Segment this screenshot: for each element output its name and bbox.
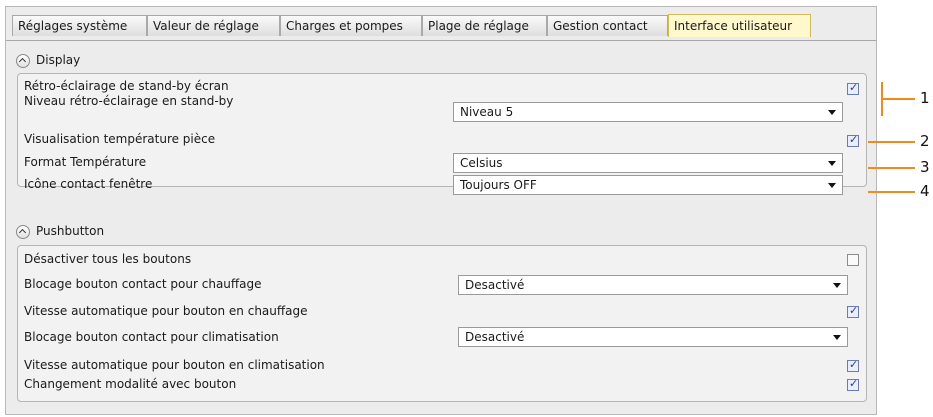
- collapse-chevron-icon[interactable]: [16, 224, 30, 239]
- display-panel: Rétro-éclairage de stand-by écran Niveau…: [17, 73, 867, 195]
- tab-valeur-de-reglage[interactable]: Valeur de réglage: [147, 15, 280, 36]
- heating-lock-select[interactable]: Desactivé: [458, 275, 848, 295]
- temp-format-label: Format Température: [24, 155, 147, 169]
- callout-line-4: [868, 191, 915, 193]
- list-item: Désactiver tous les boutons: [18, 250, 866, 272]
- pushbutton-section-title: Pushbutton: [36, 224, 105, 238]
- list-item: Format Température Celsius: [18, 153, 866, 175]
- list-item: Niveau rétro-éclairage en stand-by Nivea…: [18, 92, 866, 122]
- tab-bar: Réglages système Valeur de réglage Charg…: [6, 11, 876, 41]
- room-temp-checkbox[interactable]: [847, 133, 859, 147]
- temp-format-value: Celsius: [460, 156, 503, 170]
- chevron-down-icon: [833, 283, 841, 288]
- collapse-chevron-icon[interactable]: [16, 53, 30, 68]
- callout-number-1: 1: [920, 89, 930, 107]
- disable-buttons-checkbox[interactable]: [847, 254, 859, 266]
- settings-window: Réglages système Valeur de réglage Charg…: [5, 6, 877, 415]
- callout-line-2: [868, 141, 915, 143]
- list-item: Blocage bouton contact pour chauffage De…: [18, 274, 866, 296]
- display-section-header: Display: [16, 51, 80, 69]
- disable-buttons-label: Désactiver tous les boutons: [24, 252, 192, 266]
- chevron-down-icon: [828, 183, 836, 188]
- callout-number-2: 2: [920, 132, 930, 150]
- mode-change-checkbox[interactable]: [847, 377, 859, 391]
- tab-divider: [6, 40, 876, 41]
- tab-charges-et-pompes[interactable]: Charges et pompes: [280, 15, 422, 36]
- room-temp-label: Visualisation température pièce: [24, 132, 216, 146]
- cooling-lock-value: Desactivé: [465, 330, 525, 344]
- window-contact-value: Toujours OFF: [460, 178, 537, 192]
- window-contact-select[interactable]: Toujours OFF: [453, 175, 843, 195]
- heating-lock-value: Desactivé: [465, 278, 525, 292]
- backlight-level-value: Niveau 5: [460, 105, 514, 119]
- chevron-down-icon: [828, 110, 836, 115]
- cooling-auto-speed-checkbox[interactable]: [847, 358, 859, 372]
- tab-interface-utilisateur[interactable]: Interface utilisateur: [668, 14, 811, 37]
- cooling-auto-speed-label: Vitesse automatique pour bouton en clima…: [24, 358, 325, 372]
- list-item: Icône contact fenêtre Toujours OFF: [18, 175, 866, 197]
- mode-change-label: Changement modalité avec bouton: [24, 377, 237, 391]
- tab-gestion-contact[interactable]: Gestion contact: [547, 15, 668, 36]
- callout-line-3: [868, 167, 915, 169]
- display-section-title: Display: [36, 53, 81, 67]
- window-contact-label: Icône contact fenêtre: [24, 177, 153, 191]
- pushbutton-section-header: Pushbutton: [16, 222, 104, 240]
- heating-auto-speed-label: Vitesse automatique pour bouton en chauf…: [24, 304, 308, 318]
- callout-line-1: [881, 98, 915, 100]
- pushbutton-panel: Désactiver tous les boutons Blocage bout…: [17, 245, 867, 402]
- chevron-down-icon: [833, 335, 841, 340]
- backlight-level-label: Niveau rétro-éclairage en stand-by: [24, 94, 234, 108]
- list-item: Vitesse automatique pour bouton en chauf…: [18, 302, 866, 324]
- list-item: Blocage bouton contact pour climatisatio…: [18, 326, 866, 348]
- chevron-down-icon: [828, 161, 836, 166]
- backlight-standby-label: Rétro-éclairage de stand-by écran: [24, 79, 229, 93]
- callout-number-3: 3: [920, 158, 930, 176]
- list-item: Changement modalité avec bouton: [18, 377, 866, 399]
- tab-plage-de-reglage[interactable]: Plage de réglage: [422, 15, 547, 36]
- temp-format-select[interactable]: Celsius: [453, 153, 843, 173]
- cooling-lock-select[interactable]: Desactivé: [458, 327, 848, 347]
- tab-reglages-systeme[interactable]: Réglages système: [12, 15, 147, 36]
- heating-lock-label: Blocage bouton contact pour chauffage: [24, 277, 262, 291]
- callout-number-4: 4: [920, 182, 930, 200]
- heating-auto-speed-checkbox[interactable]: [847, 304, 859, 318]
- list-item: Visualisation température pièce: [18, 130, 866, 152]
- backlight-level-select[interactable]: Niveau 5: [453, 102, 843, 122]
- cooling-lock-label: Blocage bouton contact pour climatisatio…: [24, 330, 279, 344]
